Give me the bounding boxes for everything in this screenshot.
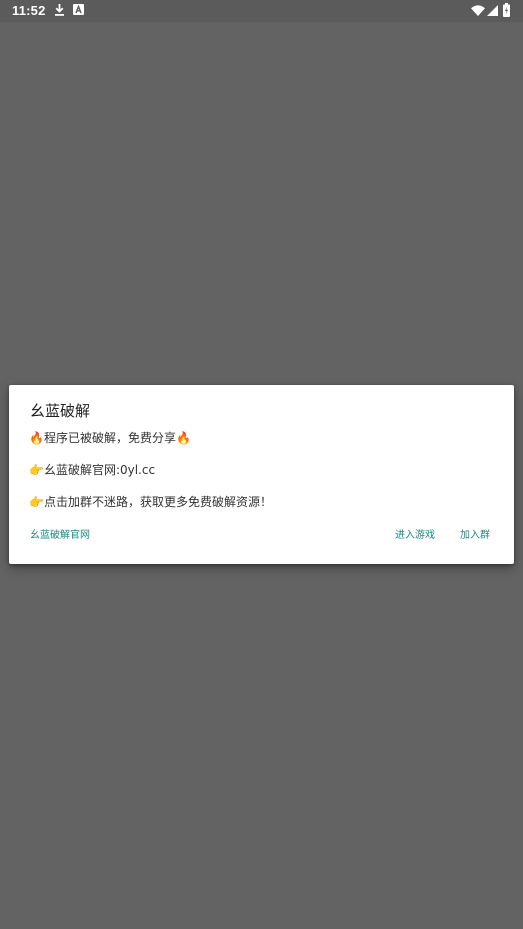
cell-signal-icon: [487, 5, 498, 16]
crack-info-dialog: 幺蓝破解 🔥程序已被破解，免费分享🔥 👉幺蓝破解官网:0yl.cc 👉点击加群不…: [9, 385, 514, 564]
enter-game-button[interactable]: 进入游戏: [395, 528, 435, 544]
wifi-icon: [471, 5, 485, 16]
status-bar: 11:52: [0, 0, 523, 22]
a-notification-icon: [73, 4, 84, 15]
dialog-message-cracked: 🔥程序已被破解，免费分享🔥: [29, 431, 191, 445]
download-icon: [55, 4, 64, 16]
status-time: 11:52: [12, 3, 46, 18]
dialog-title: 幺蓝破解: [30, 402, 91, 420]
website-button[interactable]: 幺蓝破解官网: [30, 528, 90, 544]
dialog-message-join-group: 👉点击加群不迷路，获取更多免费破解资源！: [29, 495, 272, 509]
join-group-button[interactable]: 加入群: [460, 528, 490, 544]
dialog-message-website: 👉幺蓝破解官网:0yl.cc: [29, 463, 156, 477]
battery-icon: [503, 3, 510, 17]
